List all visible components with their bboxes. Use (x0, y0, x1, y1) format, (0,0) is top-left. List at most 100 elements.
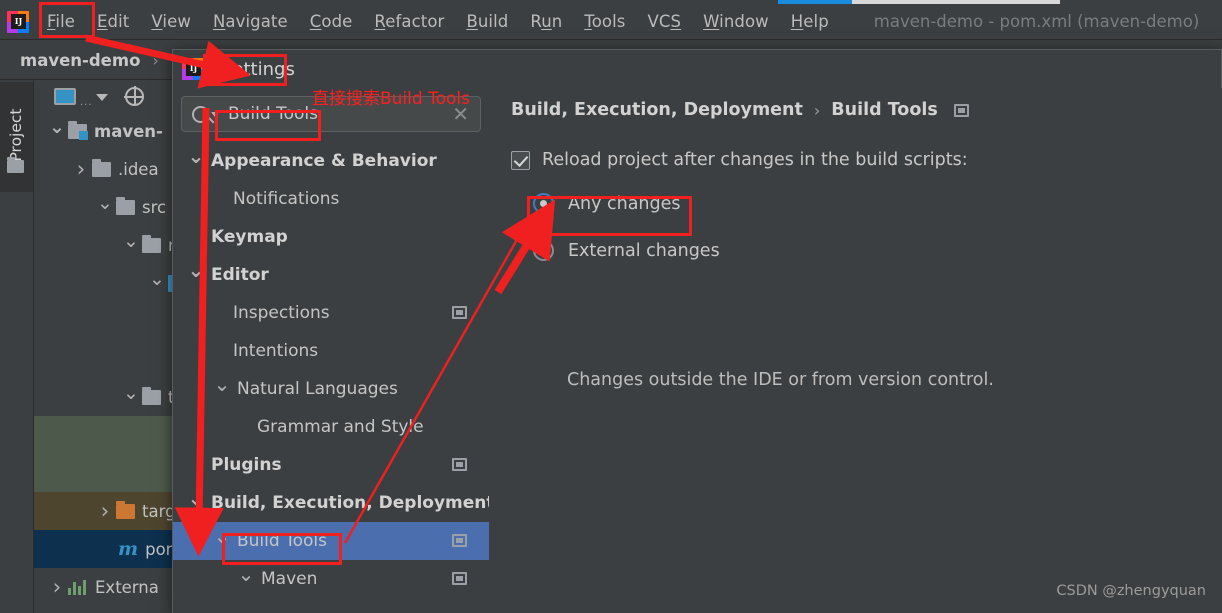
menu-edit[interactable]: Edit (86, 10, 140, 33)
project-settings-icon (452, 458, 467, 471)
menu-run[interactable]: Run (519, 10, 573, 33)
reload-project-option[interactable]: Reload project after changes in the buil… (511, 150, 968, 170)
settings-tree-label: Build, Execution, Deployment (211, 493, 489, 513)
settings-dialog-titlebar: IJ Settings (173, 50, 1221, 88)
radio-any-changes[interactable] (533, 193, 554, 214)
project-tree-row[interactable] (34, 302, 188, 340)
locate-icon[interactable] (124, 86, 144, 106)
settings-tree-item-natural-languages[interactable]: Natural Languages (173, 370, 489, 408)
reload-project-checkbox[interactable] (511, 150, 530, 170)
radio-external-changes-label: External changes (568, 240, 720, 261)
idea-window: IJ File Edit View Navigate Code Refactor… (0, 0, 1222, 613)
menu-file[interactable]: File (36, 10, 86, 33)
breadcrumb-separator-icon: › (813, 100, 821, 120)
radio-option-external-changes[interactable]: External changes (533, 240, 720, 261)
breadcrumb-project[interactable]: maven-demo (20, 51, 140, 70)
external-changes-hint: Changes outside the IDE or from version … (567, 370, 994, 390)
twisty-down-icon[interactable] (120, 388, 142, 407)
menu-code[interactable]: Code (299, 10, 364, 33)
menu-refactor[interactable]: Refactor (363, 10, 455, 33)
intellij-logo-text: IJ (11, 13, 26, 29)
chevron-down-icon[interactable] (211, 111, 219, 117)
settings-tree-item-grammar-and-style[interactable]: Grammar and Style (173, 408, 489, 446)
menu-window[interactable]: Window (692, 10, 780, 33)
project-tree-row[interactable]: .idea (34, 150, 188, 188)
reload-project-label: Reload project after changes in the buil… (542, 150, 968, 170)
twisty-right-icon[interactable] (94, 501, 116, 522)
radio-external-changes[interactable] (533, 240, 554, 261)
project-tree-label: Externa (95, 577, 159, 597)
libraries-icon (68, 579, 88, 595)
settings-tree-label: Notifications (233, 189, 340, 209)
folder-icon[interactable] (7, 157, 24, 173)
twisty-down-icon[interactable] (94, 198, 116, 217)
project-toolbar: ... (34, 80, 188, 112)
project-tree-row[interactable]: maven- (34, 112, 188, 150)
intellij-logo-text: IJ (186, 61, 201, 76)
settings-tree-item-build-tools[interactable]: Build Tools (173, 522, 489, 560)
settings-tree-label: Natural Languages (237, 379, 398, 399)
breadcrumb-part-2: Build Tools (831, 100, 938, 120)
project-tree-row[interactable]: src (34, 188, 188, 226)
project-tree-row[interactable]: targe (34, 492, 188, 530)
folder-icon (92, 158, 111, 177)
chevron-down-icon[interactable] (96, 94, 108, 101)
project-settings-icon (953, 103, 969, 117)
menu-bar: IJ File Edit View Navigate Code Refactor… (0, 4, 1222, 40)
twisty-down-icon[interactable] (46, 122, 68, 141)
settings-tree-label: Plugins (211, 455, 282, 475)
project-tree-label: .idea (118, 159, 159, 179)
project-tree-row[interactable]: te (34, 378, 188, 416)
twisty-down-icon[interactable] (211, 529, 233, 553)
settings-tree-item-intentions[interactable]: Intentions (173, 332, 489, 370)
menu-help[interactable]: Help (780, 10, 840, 33)
settings-tree-item-keymap[interactable]: Keymap (173, 218, 489, 256)
project-tree-row[interactable]: Externa (34, 568, 188, 606)
project-tree-row[interactable] (34, 264, 188, 302)
intellij-logo-icon: IJ (181, 57, 205, 81)
settings-tree-item-editor[interactable]: Editor (173, 256, 489, 294)
settings-tree-item-inspections[interactable]: Inspections (173, 294, 489, 332)
twisty-down-icon[interactable] (185, 491, 207, 515)
twisty-down-icon[interactable] (185, 149, 207, 173)
project-tree-row[interactable] (34, 454, 188, 492)
settings-tree-item-notifications[interactable]: Notifications (173, 180, 489, 218)
project-tree-row[interactable] (34, 340, 188, 378)
folder-icon (142, 234, 161, 253)
settings-dialog-title: Settings (221, 58, 295, 80)
settings-tree-label: Keymap (211, 227, 288, 247)
project-tree-row[interactable]: Scratch (34, 606, 188, 613)
radio-option-any-changes[interactable]: Any changes (533, 193, 681, 214)
twisty-right-icon[interactable] (70, 159, 92, 180)
twisty-right-icon[interactable] (46, 577, 68, 598)
twisty-down-icon[interactable] (211, 377, 233, 401)
project-settings-icon (452, 306, 467, 319)
tool-window-tab-project[interactable]: Project (0, 82, 33, 192)
project-tree-row[interactable]: m pom (34, 530, 188, 568)
twisty-down-icon[interactable] (235, 567, 257, 591)
settings-tree-item-build-execution-deployment[interactable]: Build, Execution, Deployment (173, 484, 489, 522)
menu-navigate[interactable]: Navigate (202, 10, 299, 33)
menu-tools[interactable]: Tools (573, 10, 636, 33)
settings-left-pane: Build Tools ✕ Appearance & Behavior Noti… (173, 88, 489, 613)
project-tree-row[interactable] (34, 416, 188, 454)
twisty-down-icon[interactable] (120, 236, 142, 255)
settings-tree-label: Maven (261, 569, 318, 589)
settings-tree-label: Editor (211, 265, 269, 285)
settings-tree-item-appearance-behavior[interactable]: Appearance & Behavior (173, 142, 489, 180)
watermark: CSDN @zhengyquan (1056, 583, 1206, 599)
menu-vcs[interactable]: VCS (637, 10, 693, 33)
settings-dialog: IJ Settings Build Tools ✕ Appearance & B… (172, 49, 1222, 613)
settings-tree-label: Inspections (233, 303, 330, 323)
settings-tree-item-maven[interactable]: Maven (173, 560, 489, 598)
select-opened-file-icon[interactable] (54, 88, 76, 105)
breadcrumb-separator-icon: › (152, 50, 159, 70)
intellij-logo-icon: IJ (6, 10, 30, 34)
menu-build[interactable]: Build (455, 10, 519, 33)
settings-tree-item-plugins[interactable]: Plugins (173, 446, 489, 484)
window-title: maven-demo - pom.xml (maven-demo) (873, 12, 1200, 31)
project-tree-row[interactable]: m (34, 226, 188, 264)
twisty-down-icon[interactable] (146, 274, 168, 293)
twisty-down-icon[interactable] (185, 263, 207, 287)
menu-view[interactable]: View (140, 10, 202, 33)
